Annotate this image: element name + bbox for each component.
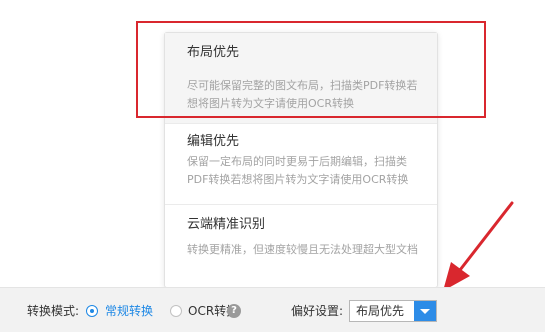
mode-label: 转换模式: [27, 304, 80, 318]
annotation-arrow-icon [443, 201, 514, 291]
preference-select[interactable]: 布局优先 [349, 300, 437, 322]
preference-label: 偏好设置: [291, 304, 344, 318]
bottom-toolbar: 转换模式: 常规转换 OCR转换 ? 偏好设置: 布局优先 [0, 287, 545, 332]
radio-normal-convert[interactable] [86, 305, 98, 317]
preference-select-value: 布局优先 [356, 304, 405, 318]
chevron-down-icon[interactable] [414, 301, 436, 321]
radio-normal-convert-label[interactable]: 常规转换 [105, 302, 153, 320]
help-icon[interactable]: ? [227, 304, 241, 318]
radio-ocr-convert[interactable] [170, 305, 182, 317]
